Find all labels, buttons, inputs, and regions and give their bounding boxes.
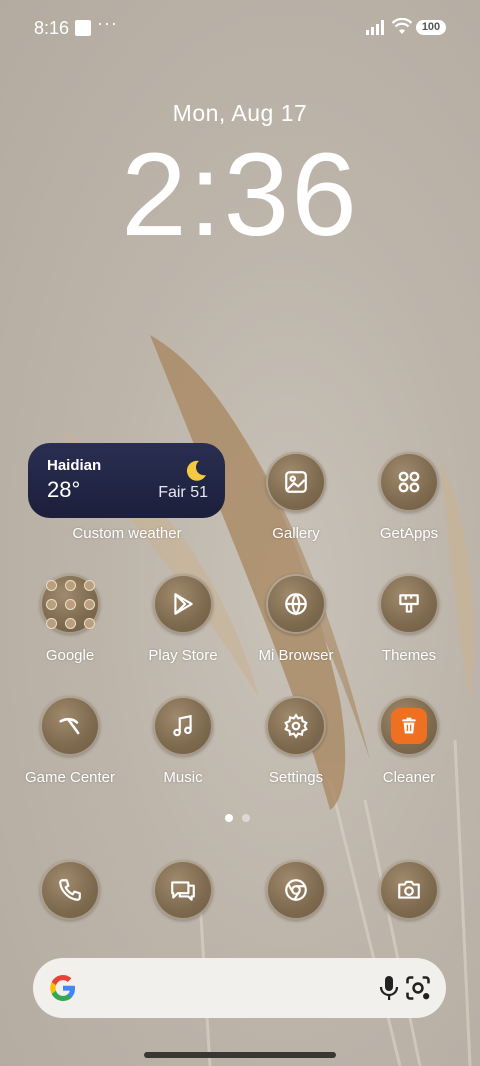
weather-temperature: 28° <box>47 477 81 502</box>
phone-icon <box>59 879 81 901</box>
page-dot-active[interactable] <box>225 814 233 822</box>
cleaner-icon <box>391 708 427 744</box>
themes-app[interactable] <box>379 574 439 634</box>
trash-icon <box>402 717 416 734</box>
page-dot[interactable] <box>242 814 250 822</box>
status-time: 8:16 <box>34 18 70 38</box>
settings-app[interactable] <box>266 696 326 756</box>
google-lens-icon[interactable] <box>404 974 432 1002</box>
moon-icon <box>186 460 206 481</box>
game-center-icon <box>59 717 80 735</box>
paint-brush-icon <box>399 594 419 613</box>
google-logo-icon <box>50 975 75 1001</box>
google-search-bar[interactable] <box>33 958 446 1018</box>
gallery-label: Gallery <box>272 525 320 542</box>
cleaner-app[interactable] <box>379 696 439 756</box>
notification-square-icon <box>75 20 91 36</box>
lockscreen-clock: 2:36 <box>121 129 359 261</box>
more-notifications-icon: ··· <box>97 13 118 33</box>
dock-camera-app[interactable] <box>379 860 439 920</box>
messages-icon <box>171 881 195 901</box>
weather-widget[interactable]: Haidian 28° Fair 51 <box>28 443 225 518</box>
cleaner-label: Cleaner <box>382 769 436 786</box>
lockscreen-date: Mon, Aug 17 <box>172 100 308 126</box>
music-note-icon <box>173 714 192 737</box>
mi-browser-app[interactable] <box>266 574 326 634</box>
gallery-icon <box>285 471 307 493</box>
music-label: Music <box>163 769 203 786</box>
play-store-app[interactable] <box>153 574 213 634</box>
play-store-icon <box>174 593 193 615</box>
getapps-label: GetApps <box>379 525 439 542</box>
game-center-app[interactable] <box>40 696 100 756</box>
battery-indicator: 100 <box>416 20 446 35</box>
weather-city: Haidian <box>47 457 102 474</box>
themes-label: Themes <box>381 647 437 664</box>
dock-phone-app[interactable] <box>40 860 100 920</box>
status-bar: 8:16 ··· 100 <box>0 0 480 56</box>
gallery-app[interactable] <box>266 452 326 512</box>
getapps-app[interactable] <box>379 452 439 512</box>
weather-condition: Fair 51 <box>158 484 208 501</box>
game-center-label: Game Center <box>24 769 116 786</box>
globe-icon <box>285 593 307 616</box>
getapps-icon <box>398 471 420 493</box>
google-apps-grid-icon <box>45 579 95 629</box>
camera-icon <box>398 880 420 899</box>
microphone-icon[interactable] <box>378 974 400 1002</box>
settings-label: Settings <box>268 769 324 786</box>
mi-browser-label: Mi Browser <box>258 647 334 664</box>
google-folder[interactable] <box>40 574 100 634</box>
page-indicator <box>225 809 259 827</box>
music-app[interactable] <box>153 696 213 756</box>
play-store-label: Play Store <box>148 647 218 664</box>
google-label: Google <box>45 647 95 664</box>
wifi-icon <box>392 18 412 34</box>
dock-messages-app[interactable] <box>153 860 213 920</box>
gear-icon <box>284 713 308 739</box>
cell-signal-icon <box>366 20 384 35</box>
dock-chrome-app[interactable] <box>266 860 326 920</box>
weather-widget-label: Custom weather <box>72 525 182 542</box>
home-indicator[interactable] <box>144 1052 336 1058</box>
chrome-icon <box>285 879 307 901</box>
